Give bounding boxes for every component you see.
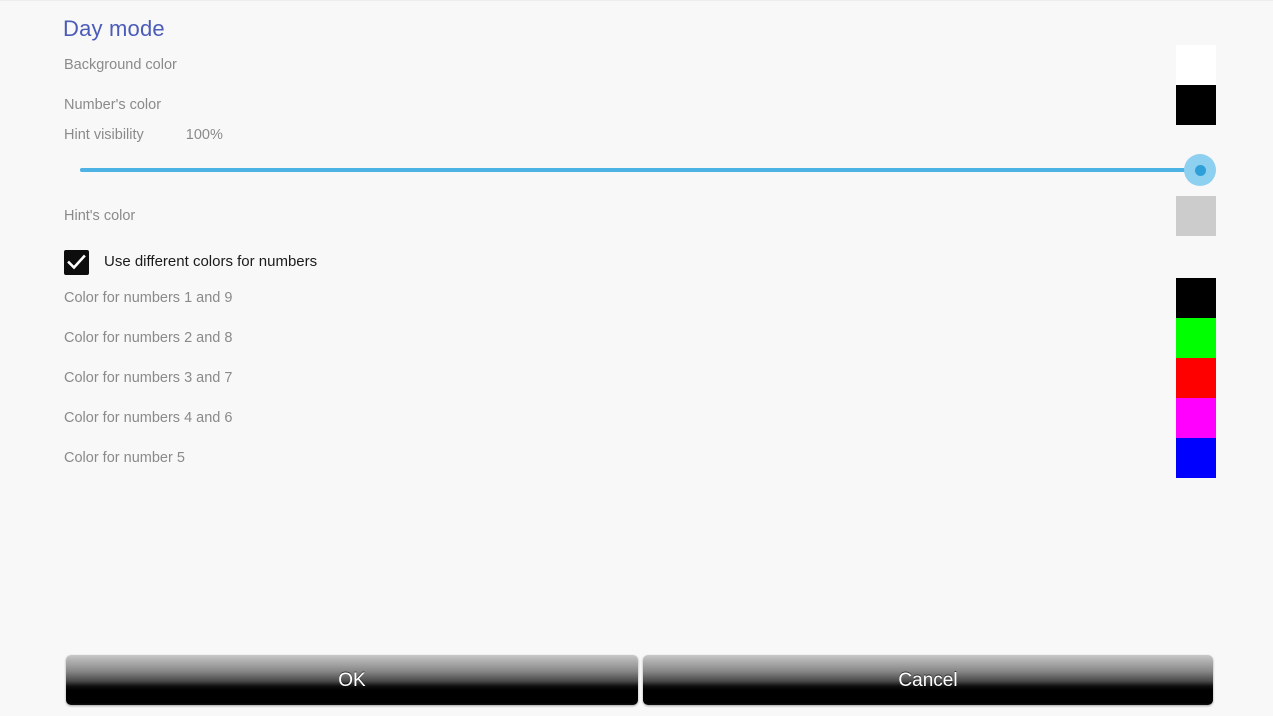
swatch-color-numbers-2-and-8[interactable]: [1176, 318, 1216, 358]
swatch-color-numbers-3-and-7[interactable]: [1176, 358, 1216, 398]
label-color-numbers-3-and-7: Color for numbers 3 and 7: [64, 370, 233, 386]
cancel-button-label: Cancel: [898, 669, 958, 691]
label-numbers-color: Number's color: [64, 97, 162, 113]
label-use-different-colors: Use different colors for numbers: [104, 253, 318, 270]
swatch-color-number-5[interactable]: [1176, 438, 1216, 478]
label-color-numbers-2-and-8: Color for numbers 2 and 8: [64, 330, 233, 346]
swatch-numbers-color[interactable]: [1176, 85, 1216, 125]
label-color-numbers-4-and-6: Color for numbers 4 and 6: [64, 410, 233, 426]
cancel-button[interactable]: Cancel: [643, 655, 1213, 705]
label-background-color: Background color: [64, 57, 177, 73]
label-color-number-5: Color for number 5: [64, 450, 185, 466]
day-mode-settings-dialog: Day mode Background color Number's color…: [0, 0, 1273, 716]
swatch-background-color[interactable]: [1176, 45, 1216, 85]
ok-button[interactable]: OK: [66, 655, 638, 705]
checkbox-use-different-colors[interactable]: [64, 249, 89, 275]
label-color-numbers-1-and-9: Color for numbers 1 and 9: [64, 290, 233, 306]
check-icon: [67, 254, 86, 269]
slider-fill: [80, 168, 1200, 172]
swatch-hints-color[interactable]: [1176, 196, 1216, 236]
slider-thumb[interactable]: [1184, 154, 1216, 186]
hint-visibility-row: Hint visibility 100%: [64, 126, 223, 144]
swatch-color-numbers-4-and-6[interactable]: [1176, 398, 1216, 438]
page-title: Day mode: [63, 16, 165, 41]
ok-button-label: OK: [338, 669, 366, 691]
dialog-button-bar: OK Cancel: [0, 655, 1273, 707]
hint-visibility-slider[interactable]: [80, 153, 1216, 187]
label-hint-visibility: Hint visibility: [64, 127, 144, 143]
value-hint-visibility: 100%: [185, 127, 223, 143]
use-different-colors-row[interactable]: Use different colors for numbers: [64, 248, 317, 276]
swatch-color-numbers-1-and-9[interactable]: [1176, 278, 1216, 318]
label-hints-color: Hint's color: [64, 208, 136, 224]
